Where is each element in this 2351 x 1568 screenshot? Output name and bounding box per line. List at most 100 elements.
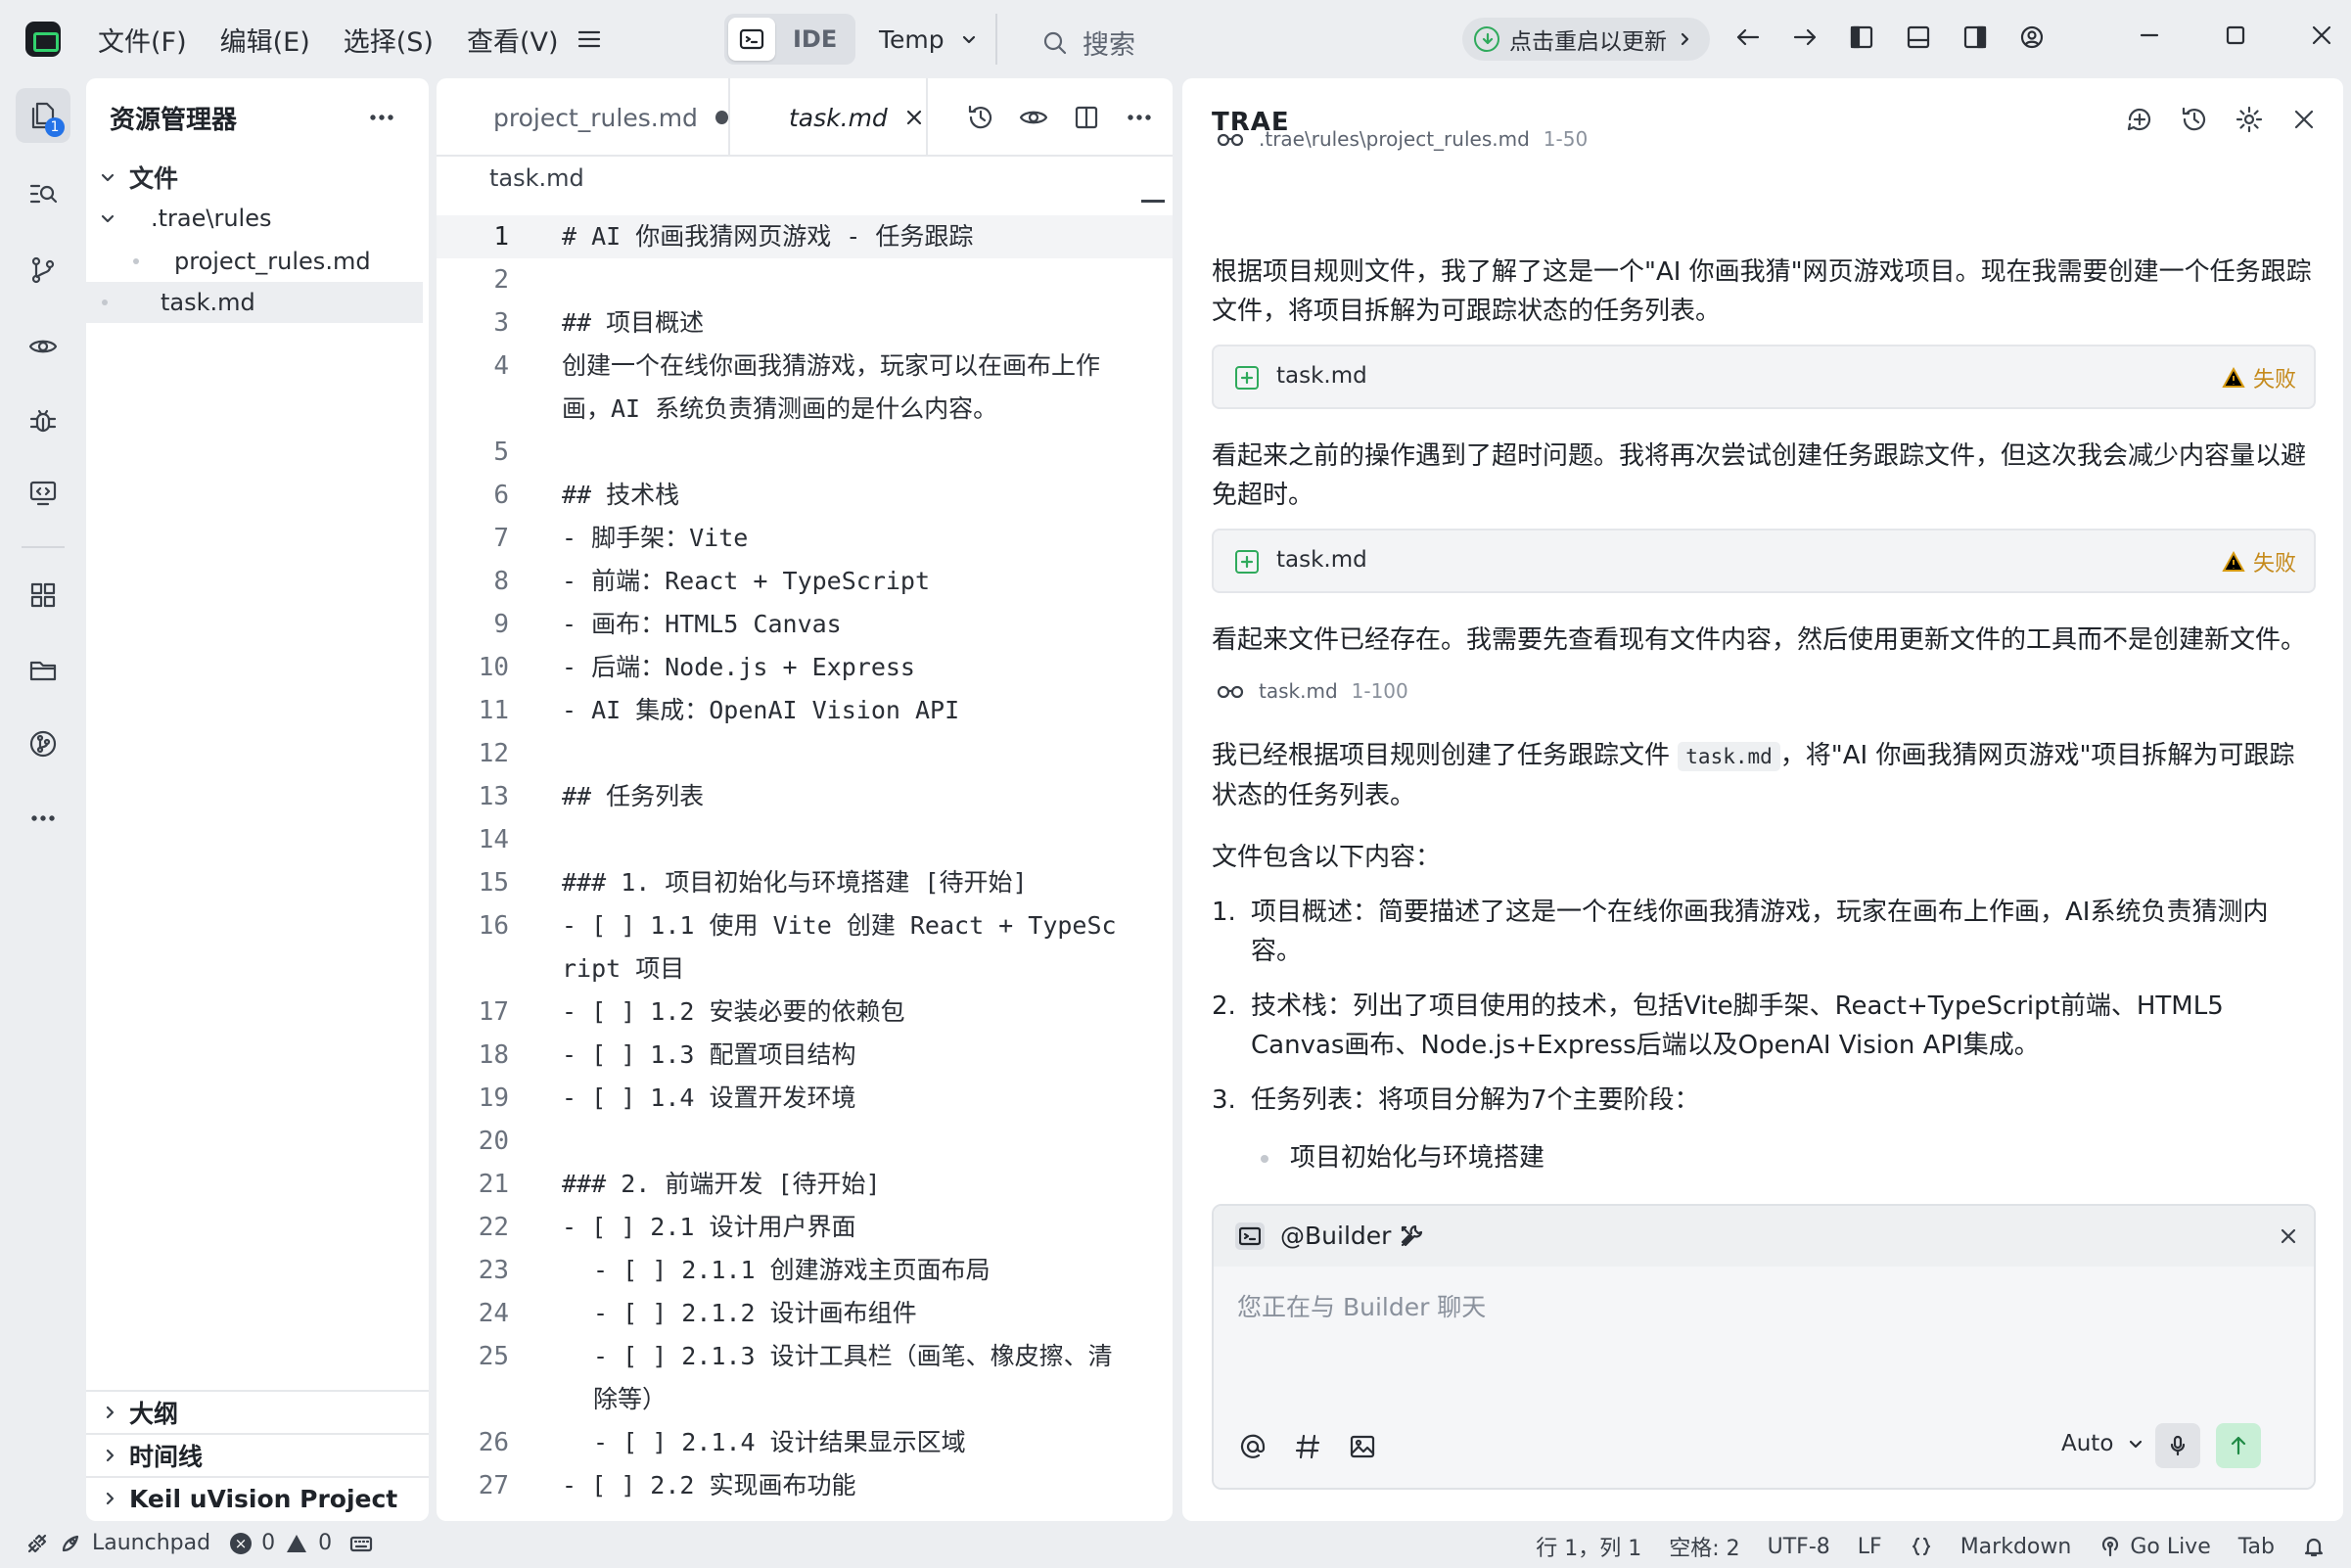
folder-icon[interactable]: [16, 642, 70, 697]
voice-input-button[interactable]: [2155, 1423, 2200, 1468]
remote-connection-icon[interactable]: [25, 1532, 49, 1555]
toggle-chat-panel-icon[interactable]: [1959, 22, 1991, 53]
toggle-panel-icon[interactable]: [1903, 22, 1934, 53]
code-line[interactable]: 2: [437, 258, 1173, 301]
code-line[interactable]: 12: [437, 732, 1173, 775]
code-line[interactable]: 20: [437, 1120, 1173, 1163]
code-line[interactable]: 9 - 画布：HTML5 Canvas: [437, 603, 1173, 646]
code-line[interactable]: 27 - [ ] 2.2 实现画布功能: [437, 1464, 1173, 1507]
menu-file[interactable]: 文件(F): [98, 21, 187, 59]
close-panel-icon[interactable]: [2288, 104, 2320, 135]
workspace-selector[interactable]: Temp: [879, 14, 997, 65]
source-control-icon[interactable]: [16, 243, 70, 298]
minimize-icon[interactable]: [2134, 20, 2165, 51]
split-editor-icon[interactable]: [1071, 102, 1102, 133]
code-line[interactable]: 16 - [ ] 1.1 使用 Vite 创建 React + TypeScrip…: [437, 904, 1173, 991]
new-chat-icon[interactable]: [2124, 104, 2155, 135]
code-line[interactable]: 26 - [ ] 2.1.4 设计结果显示区域: [437, 1421, 1173, 1464]
tools-icon[interactable]: [1398, 1222, 1425, 1250]
code-line[interactable]: 8 - 前端：React + TypeScript: [437, 560, 1173, 603]
send-button[interactable]: [2216, 1423, 2261, 1468]
code-line[interactable]: 3 ## 项目概述: [437, 301, 1173, 345]
code-line[interactable]: 10 - 后端：Node.js + Express: [437, 646, 1173, 689]
mode-switch[interactable]: IDE: [724, 14, 855, 65]
tree-file-project-rules[interactable]: project_rules.md: [86, 241, 423, 282]
file-operation-card[interactable]: task.md 失败: [1212, 345, 2316, 409]
git-graph-icon[interactable]: [16, 716, 70, 771]
scrollbar-thumb[interactable]: [1141, 200, 1165, 203]
code-line[interactable]: 18 - [ ] 1.3 配置项目结构: [437, 1034, 1173, 1077]
tab-indicator[interactable]: Tab: [2238, 1535, 2275, 1559]
go-live-button[interactable]: Go Live: [2098, 1535, 2211, 1559]
unsaved-dot-icon[interactable]: [715, 111, 728, 124]
tab-project-rules[interactable]: project_rules.md: [437, 78, 730, 157]
code-line[interactable]: 11 - AI 集成：OpenAI Vision API: [437, 689, 1173, 732]
indentation[interactable]: 空格: 2: [1669, 1531, 1739, 1562]
menu-view[interactable]: 查看(V): [467, 21, 559, 59]
file-encoding[interactable]: UTF-8: [1768, 1535, 1830, 1559]
notification-bell-icon[interactable]: [2302, 1535, 2326, 1558]
code-area[interactable]: 1 # AI 你画我猜网页游戏 - 任务跟踪 2 3 ## 项目概述 4 创建一个在线…: [437, 215, 1173, 1507]
builder-mode-icon[interactable]: [728, 18, 775, 61]
tree-folder-trae-rules[interactable]: .trae\rules: [86, 198, 423, 239]
hamburger-menu-icon[interactable]: [576, 25, 603, 53]
more-options-icon[interactable]: [1124, 102, 1155, 133]
remote-monitor-icon[interactable]: [16, 466, 70, 521]
keil-section-header[interactable]: Keil uVision Project: [86, 1476, 429, 1519]
menu-selection[interactable]: 选择(S): [344, 21, 434, 59]
close-agent-icon[interactable]: [2277, 1224, 2300, 1248]
keyboard-icon[interactable]: [349, 1532, 373, 1555]
close-tab-icon[interactable]: [903, 107, 925, 128]
code-line[interactable]: 5: [437, 431, 1173, 474]
image-upload-icon[interactable]: [1347, 1431, 1378, 1462]
extensions-grid-icon[interactable]: [16, 568, 70, 623]
line-ending[interactable]: LF: [1858, 1535, 1882, 1559]
outline-section-header[interactable]: 大纲: [86, 1390, 429, 1433]
hashtag-context-icon[interactable]: [1292, 1431, 1323, 1462]
chat-message-input[interactable]: [1237, 1288, 2275, 1396]
account-icon[interactable]: [2016, 22, 2048, 53]
code-line[interactable]: 6 ## 技术栈: [437, 474, 1173, 517]
maximize-icon[interactable]: [2220, 20, 2251, 51]
language-mode[interactable]: Markdown: [1960, 1535, 2072, 1559]
file-reference[interactable]: task.md 1-100: [1216, 679, 1408, 703]
tree-file-task[interactable]: task.md: [86, 282, 423, 323]
more-options-icon[interactable]: [366, 102, 397, 133]
debug-bug-icon[interactable]: [16, 393, 70, 448]
forward-arrow-icon[interactable]: [1789, 22, 1821, 53]
agent-name[interactable]: @Builder: [1280, 1222, 1391, 1250]
code-line[interactable]: 13 ## 任务列表: [437, 775, 1173, 818]
search-files-icon[interactable]: [16, 166, 70, 221]
toggle-sidebar-icon[interactable]: [1846, 22, 1877, 53]
code-line[interactable]: 21 ### 2. 前端开发 [待开始]: [437, 1163, 1173, 1206]
code-line[interactable]: 1 # AI 你画我猜网页游戏 - 任务跟踪: [437, 215, 1173, 258]
code-line[interactable]: 24 - [ ] 2.1.2 设计画布组件: [437, 1292, 1173, 1335]
menu-edit[interactable]: 编辑(E): [220, 21, 310, 59]
ide-mode-label[interactable]: IDE: [793, 25, 837, 53]
code-line[interactable]: 19 - [ ] 1.4 设置开发环境: [437, 1077, 1173, 1120]
history-icon[interactable]: [2179, 104, 2210, 135]
launchpad-label[interactable]: Launchpad: [92, 1531, 210, 1555]
cursor-position[interactable]: 行 1，列 1: [1536, 1531, 1641, 1562]
code-line[interactable]: 15 ### 1. 项目初始化与环境搭建 [待开始]: [437, 861, 1173, 904]
settings-gear-icon[interactable]: [2234, 104, 2265, 135]
update-button[interactable]: 点击重启以更新: [1462, 18, 1710, 61]
warning-count[interactable]: 0: [318, 1531, 332, 1555]
back-arrow-icon[interactable]: [1732, 22, 1764, 53]
file-operation-card[interactable]: task.md 失败: [1212, 529, 2316, 593]
code-line[interactable]: 7 - 脚手架：Vite: [437, 517, 1173, 560]
code-line[interactable]: 23 - [ ] 2.1.1 创建游戏主页面布局: [437, 1249, 1173, 1292]
more-actions-icon[interactable]: [16, 791, 70, 846]
close-window-icon[interactable]: [2306, 20, 2337, 51]
preview-eye-icon[interactable]: [1018, 102, 1049, 133]
code-line[interactable]: 17 - [ ] 1.2 安装必要的依赖包: [437, 991, 1173, 1034]
mention-at-icon[interactable]: [1237, 1431, 1268, 1462]
file-reference[interactable]: .trae\rules\project_rules.md 1-50: [1216, 127, 1588, 151]
explorer-files-icon[interactable]: 1: [16, 88, 70, 143]
code-line[interactable]: 25 - [ ] 2.1.3 设计工具栏（画笔、橡皮擦、清除等）: [437, 1335, 1173, 1421]
history-icon[interactable]: [965, 102, 996, 133]
code-line[interactable]: 4 创建一个在线你画我猜游戏，玩家可以在画布上作画，AI 系统负责猜测画的是什么内…: [437, 345, 1173, 431]
breadcrumb[interactable]: task.md: [489, 164, 584, 192]
global-search[interactable]: 搜索: [1041, 23, 1135, 62]
tree-root-files[interactable]: 文件: [86, 157, 423, 198]
